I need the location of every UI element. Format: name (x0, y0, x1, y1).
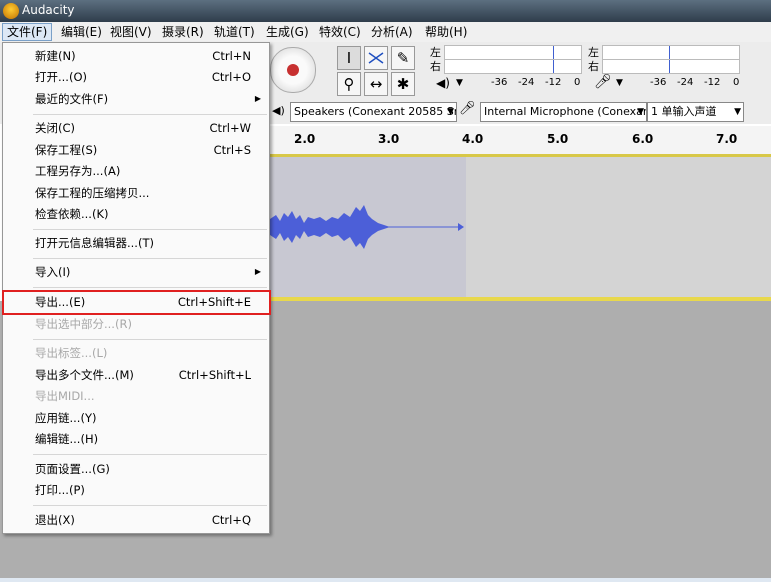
record-icon (287, 64, 299, 76)
file-menu-recent[interactable]: 最近的文件(F) ▶ (3, 89, 269, 109)
rec-db-tick: -36 (650, 77, 667, 88)
file-menu-exit[interactable]: 退出(X) Ctrl+Q (3, 510, 269, 530)
timeline-ruler[interactable] (270, 126, 771, 155)
menu-effects[interactable]: 特效(C) (315, 24, 365, 40)
window-title: Audacity (22, 3, 75, 17)
output-device-select[interactable]: Speakers (Conexant 20585 Sm ▼ (290, 102, 457, 122)
audacity-logo-icon (3, 3, 19, 19)
menu-bar: 文件(F) 编辑(E) 视图(V) 摄录(R) 轨道(T) 生成(G) 特效(C… (0, 22, 771, 43)
input-device-select[interactable]: Internal Microphone (Conexan ▼ (480, 102, 647, 122)
input-microphone-icon: 🎤︎ (459, 101, 476, 116)
meter-rec-right-label: 右 (588, 60, 599, 73)
selection-tool-icon[interactable]: I (337, 46, 361, 70)
menu-separator (33, 505, 267, 506)
export-highlight-box (2, 290, 271, 315)
input-channels-select[interactable]: 1 单输入声道 ▼ (647, 102, 744, 122)
play-db-tick: -12 (545, 77, 562, 88)
menu-generate[interactable]: 生成(G) (262, 24, 313, 40)
file-menu-export-labels: 导出标签...(L) (35, 346, 108, 360)
file-menu-edit-chains[interactable]: 编辑链...(H) (3, 429, 269, 449)
chevron-down-icon: ▼ (637, 107, 644, 117)
title-bar: Audacity (0, 0, 771, 22)
file-menu-export-selection: 导出选中部分...(R) (35, 317, 132, 331)
record-button[interactable] (270, 47, 316, 93)
menu-edit[interactable]: 编辑(E) (57, 24, 106, 40)
file-menu-page-setup[interactable]: 页面设置...(G) (3, 459, 269, 479)
draw-tool-icon[interactable]: ✎ (391, 46, 415, 70)
menu-tracks[interactable]: 轨道(T) (210, 24, 259, 40)
menu-analyze[interactable]: 分析(A) (367, 24, 417, 40)
submenu-arrow-icon: ▶ (254, 267, 261, 276)
record-meter-left[interactable] (602, 45, 740, 60)
waveform (270, 205, 464, 249)
menu-file[interactable]: 文件(F) (2, 23, 53, 41)
microphone-icon[interactable]: 🎤︎ (594, 74, 612, 90)
menu-record[interactable]: 摄录(R) (158, 24, 208, 40)
rec-db-tick: -24 (677, 77, 694, 88)
file-menu-dropdown: 新建(N) Ctrl+N 打开...(O) Ctrl+O 最近的文件(F) ▶ 关闭(… (2, 42, 270, 534)
play-db-tick: -24 (518, 77, 535, 88)
status-bar (0, 578, 771, 582)
file-menu-apply-chain[interactable]: 应用链...(Y) (3, 408, 269, 428)
timeline-tick: 5.0 (547, 132, 569, 146)
rec-db-tick: -12 (704, 77, 721, 88)
menu-separator (33, 114, 267, 115)
rec-meter-dropdown-icon[interactable]: ▼ (616, 78, 623, 88)
play-db-tick: 0 (574, 77, 581, 88)
zoom-tool-icon[interactable]: ⚲ (337, 72, 361, 96)
file-menu-metadata-editor[interactable]: 打开元信息编辑器...(T) (3, 233, 269, 253)
playback-meter-right[interactable] (444, 59, 582, 74)
menu-separator (33, 454, 267, 455)
play-meter-dropdown-icon[interactable]: ▼ (456, 78, 463, 88)
menu-separator (33, 258, 267, 259)
menu-view[interactable]: 视图(V) (106, 24, 156, 40)
timeline-tick: 4.0 (462, 132, 484, 146)
file-menu-import[interactable]: 导入(I) ▶ (3, 262, 269, 282)
submenu-arrow-icon: ▶ (254, 94, 261, 103)
file-menu-close[interactable]: 关闭(C) Ctrl+W (3, 118, 269, 138)
timeline-tick: 3.0 (378, 132, 400, 146)
meter-play-right-label: 右 (430, 60, 441, 73)
menu-help[interactable]: 帮助(H) (421, 24, 471, 40)
timeline-tick: 7.0 (716, 132, 738, 146)
timeshift-tool-icon[interactable]: ↔ (364, 72, 388, 96)
file-menu-export-midi: 导出MIDI... (35, 389, 95, 403)
file-menu-save-as[interactable]: 工程另存为...(A) (3, 161, 269, 181)
chevron-down-icon: ▼ (734, 107, 741, 117)
playback-meter-left[interactable] (444, 45, 582, 60)
menu-separator (33, 229, 267, 230)
audio-track[interactable] (270, 157, 466, 297)
rec-db-tick: 0 (733, 77, 740, 88)
file-menu-check-dependencies[interactable]: 检查依赖...(K) (3, 204, 269, 224)
multi-tool-icon[interactable]: ✱ (391, 72, 415, 96)
timeline-tick: 6.0 (632, 132, 654, 146)
file-menu-export-multiple[interactable]: 导出多个文件...(M) Ctrl+Shift+L (3, 365, 269, 385)
menu-separator (33, 339, 267, 340)
file-menu-open[interactable]: 打开...(O) Ctrl+O (3, 67, 269, 87)
output-volume-icon: ◀) (272, 104, 285, 117)
track-empty-area[interactable] (466, 157, 771, 297)
menu-separator (33, 287, 267, 288)
record-meter-right[interactable] (602, 59, 740, 74)
file-menu-print[interactable]: 打印...(P) (3, 480, 269, 500)
envelope-tool-icon[interactable] (364, 46, 388, 70)
file-menu-save[interactable]: 保存工程(S) Ctrl+S (3, 140, 269, 160)
play-db-tick: -36 (491, 77, 508, 88)
timeline-tick: 2.0 (294, 132, 316, 146)
chevron-down-icon: ▼ (447, 107, 454, 117)
speaker-icon[interactable]: ◀) (436, 76, 450, 90)
file-menu-save-compressed[interactable]: 保存工程的压缩拷贝... (3, 183, 269, 203)
file-menu-new[interactable]: 新建(N) Ctrl+N (3, 46, 269, 66)
